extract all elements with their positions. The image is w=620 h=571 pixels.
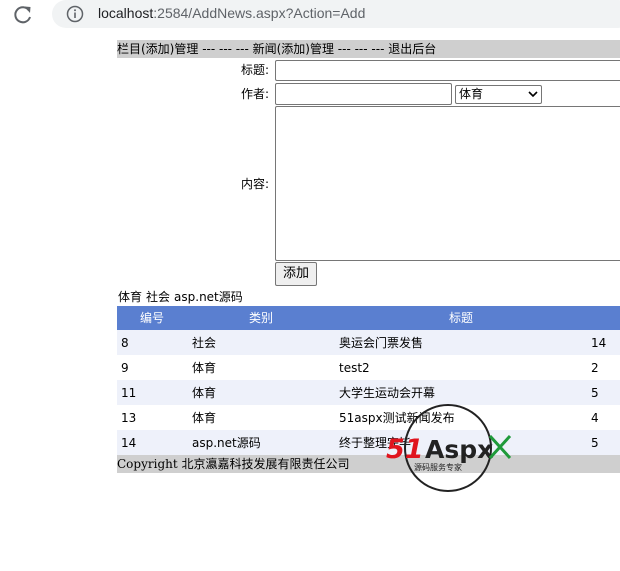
row-count: 14 [591, 336, 607, 350]
category-link-sports[interactable]: 体育 [118, 290, 142, 304]
row-category: 体育 [192, 386, 217, 400]
row-category: 社会 [192, 336, 217, 350]
address-bar[interactable]: localhost:2584/AddNews.aspx?Action=Add [52, 0, 620, 28]
column-header-title: 标题 [449, 311, 474, 325]
author-input[interactable] [275, 83, 452, 105]
row-id: 9 [121, 361, 129, 375]
chevron-down-icon [528, 91, 538, 98]
nav-separator: --- --- --- [333, 42, 389, 56]
row-category: 体育 [192, 361, 217, 375]
row-category: asp.net源码 [192, 436, 261, 450]
row-count: 5 [591, 436, 599, 450]
51aspx-logo: 51 Aspx 源码服务专家 [386, 404, 512, 492]
category-link-aspnet[interactable]: asp.net源码 [174, 290, 243, 304]
copyright-footer: Copyright 北京瀛嘉科技发展有限责任公司 [117, 455, 620, 473]
table-row: 14 asp.net源码 终于整理完毕 5 [117, 430, 620, 455]
row-count: 5 [591, 386, 599, 400]
info-icon[interactable] [66, 5, 84, 23]
category-link-society[interactable]: 社会 [146, 290, 170, 304]
category-select-value: 体育 [459, 87, 484, 101]
nav-news-admin-link[interactable]: 新闻(添加)管理 [253, 42, 334, 56]
logo-text-aspx: Aspx [425, 435, 493, 464]
nav-category-admin-link[interactable]: 栏目(添加)管理 [117, 42, 198, 56]
reload-icon[interactable] [10, 2, 36, 26]
news-table-header: 编号 类别 标题 [117, 306, 620, 330]
table-row: 13 体育 51aspx测试新闻发布 4 [117, 405, 620, 430]
row-id: 14 [121, 436, 137, 450]
row-count: 2 [591, 361, 599, 375]
category-select[interactable]: 体育 [455, 85, 542, 104]
logo-tagline: 源码服务专家 [414, 462, 462, 472]
logo-text-51: 51 [386, 434, 424, 465]
row-count: 4 [591, 411, 599, 425]
row-category: 体育 [192, 411, 217, 425]
title-input[interactable] [275, 60, 620, 81]
row-id: 13 [121, 411, 137, 425]
table-row: 11 体育 大学生运动会开幕 5 [117, 380, 620, 405]
row-id: 8 [121, 336, 129, 350]
nav-logout-link[interactable]: 退出后台 [388, 42, 436, 56]
table-row: 9 体育 test2 2 [117, 355, 620, 380]
row-title[interactable]: test2 [339, 360, 370, 376]
category-links: 体育 社会 asp.net源码 [118, 289, 247, 305]
content-textarea[interactable] [275, 106, 620, 261]
add-submit-button[interactable]: 添加 [275, 262, 317, 286]
row-title[interactable]: 大学生运动会开幕 [339, 385, 435, 401]
admin-nav-bar: 栏目(添加)管理 --- --- --- 新闻(添加)管理 --- --- --… [117, 40, 620, 58]
address-bar-url: localhost:2584/AddNews.aspx?Action=Add [98, 5, 366, 21]
nav-separator: --- --- --- [198, 42, 253, 56]
table-row: 8 社会 奥运会门票发售 14 [117, 330, 620, 355]
row-id: 11 [121, 386, 137, 400]
column-header-category: 类别 [249, 311, 274, 325]
column-header-id: 编号 [140, 311, 165, 325]
browser-toolbar: localhost:2584/AddNews.aspx?Action=Add [0, 0, 620, 30]
content-label: 内容: [240, 177, 269, 191]
title-label: 标题: [240, 63, 269, 77]
author-label: 作者: [240, 87, 269, 101]
row-title[interactable]: 奥运会门票发售 [339, 335, 423, 351]
